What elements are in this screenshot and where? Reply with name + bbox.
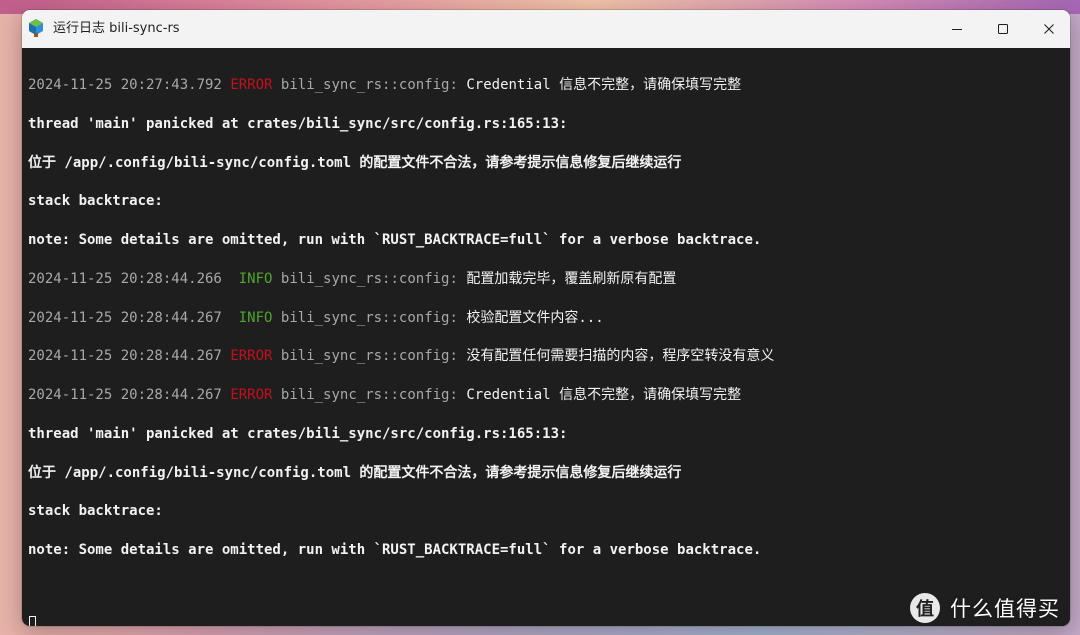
log-line: 2024-11-25 20:28:44.267 ERROR bili_sync_…: [28, 385, 741, 405]
log-text: 位于 /app/.config/bili-sync/config.toml 的配…: [28, 154, 682, 171]
watermark: 值 什么值得买: [910, 592, 1060, 624]
log-timestamp: 2024-11-25 20:28:44.267: [28, 348, 222, 365]
log-level: INFO: [230, 270, 273, 287]
log-line: stack backtrace:: [28, 191, 163, 211]
close-icon: [1044, 24, 1054, 34]
log-timestamp: 2024-11-25 20:28:44.266: [28, 270, 222, 287]
log-line: note: Some details are omitted, run with…: [28, 540, 761, 560]
close-button[interactable]: [1026, 10, 1070, 48]
log-module: bili_sync_rs::config:: [280, 270, 458, 287]
log-text: thread 'main' panicked at crates/bili_sy…: [28, 425, 568, 442]
log-timestamp: 2024-11-25 20:28:44.267: [28, 387, 222, 403]
text-cursor: [29, 616, 36, 626]
maximize-icon: [998, 24, 1008, 34]
app-icon: [29, 19, 43, 37]
log-line: 2024-11-25 20:28:44.267 ERROR bili_sync_…: [28, 346, 774, 366]
watermark-badge: 值: [910, 593, 940, 623]
log-timestamp: 2024-11-25 20:27:43.792: [28, 77, 222, 93]
log-level: ERROR: [230, 387, 273, 403]
log-line: 2024-11-25 20:27:43.792 ERROR bili_sync_…: [28, 75, 741, 95]
log-line: 2024-11-25 20:28:44.266 INFO bili_sync_r…: [28, 269, 676, 289]
log-text: stack backtrace:: [28, 503, 163, 520]
window-title: 运行日志 bili-sync-rs: [53, 21, 180, 36]
log-module: bili_sync_rs::config:: [280, 309, 458, 326]
terminal-window: 运行日志 bili-sync-rs 2024-11-25 20:27:43.79…: [22, 10, 1070, 626]
log-text: note: Some details are omitted, run with…: [28, 232, 762, 248]
maximize-button[interactable]: [980, 10, 1026, 48]
log-message: Credential 信息不完整，请确保填写完整: [466, 387, 742, 403]
log-level: INFO: [230, 309, 273, 326]
log-message: 配置加载完毕，覆盖刷新原有配置: [466, 270, 677, 287]
log-message: 没有配置任何需要扫描的内容，程序空转没有意义: [466, 348, 775, 365]
log-message: 校验配置文件内容...: [466, 309, 604, 326]
log-text: thread 'main' panicked at crates/bili_sy…: [28, 115, 568, 132]
log-module: bili_sync_rs::config:: [280, 77, 458, 93]
title-bar[interactable]: 运行日志 bili-sync-rs: [22, 10, 1070, 48]
log-line: 位于 /app/.config/bili-sync/config.toml 的配…: [28, 463, 681, 483]
log-module: bili_sync_rs::config:: [280, 348, 458, 365]
log-timestamp: 2024-11-25 20:28:44.267: [28, 309, 222, 326]
log-message: Credential 信息不完整，请确保填写完整: [466, 77, 742, 93]
log-module: bili_sync_rs::config:: [280, 387, 458, 403]
minimize-icon: [952, 29, 962, 30]
terminal-output[interactable]: 2024-11-25 20:27:43.792 ERROR bili_sync_…: [22, 48, 1070, 626]
log-text: note: Some details are omitted, run with…: [28, 542, 762, 558]
minimize-button[interactable]: [934, 10, 980, 48]
log-text: stack backtrace:: [28, 193, 163, 210]
log-line: 位于 /app/.config/bili-sync/config.toml 的配…: [28, 153, 681, 173]
scrollbar[interactable]: [1056, 48, 1070, 626]
log-level: ERROR: [230, 348, 273, 365]
log-level: ERROR: [230, 77, 273, 93]
log-line: stack backtrace:: [28, 501, 163, 521]
log-line: note: Some details are omitted, run with…: [28, 230, 761, 250]
log-line: 2024-11-25 20:28:44.267 INFO bili_sync_r…: [28, 308, 604, 328]
watermark-text: 什么值得买: [950, 597, 1060, 621]
log-text: 位于 /app/.config/bili-sync/config.toml 的配…: [28, 464, 682, 481]
log-line: thread 'main' panicked at crates/bili_sy…: [28, 114, 567, 134]
log-line: thread 'main' panicked at crates/bili_sy…: [28, 424, 567, 444]
